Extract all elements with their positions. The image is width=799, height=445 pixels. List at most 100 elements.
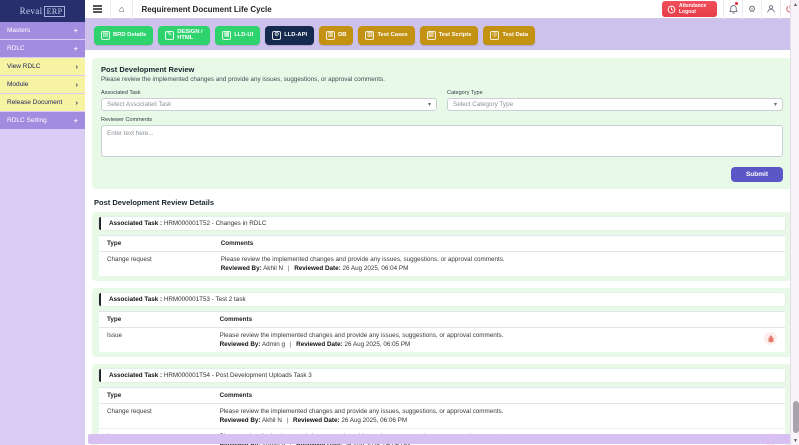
sidebar-item-release-document[interactable]: Release Document › xyxy=(0,94,85,111)
reviewer-comments-input[interactable] xyxy=(101,125,783,157)
column-header-type: Type xyxy=(99,236,213,252)
tab-test-data[interactable]: ◎ Test Data xyxy=(483,26,535,45)
comment-text: Please review the implemented changes an… xyxy=(220,408,748,415)
sidebar-item-label: RDLC xyxy=(7,45,25,52)
reviewed-by-value: Akhil N xyxy=(263,265,283,272)
tab-label: BRD Details xyxy=(113,32,146,38)
tab-lld-ui[interactable]: ▦ LLD-UI xyxy=(215,26,260,45)
associated-task-label: Associated Task xyxy=(101,90,437,96)
content-area: Post Development Review Please review th… xyxy=(85,50,799,445)
app-window: RevalERP Masters + RDLC + View RDLC › Mo… xyxy=(0,0,799,445)
header-actions: Attendance Logout ⚙ xyxy=(656,0,799,19)
column-header-actions xyxy=(756,388,785,404)
sidebar-item-rdlc[interactable]: RDLC + xyxy=(0,40,85,57)
home-button[interactable]: ⌂ xyxy=(111,0,133,19)
associated-task-select-value: Select Associated Task xyxy=(107,101,171,108)
sidebar-item-label: RDLC Setting xyxy=(7,117,47,124)
tab-label: LLD-UI xyxy=(234,32,253,38)
settings-button[interactable]: ⚙ xyxy=(742,0,761,19)
row-type: Issue xyxy=(99,328,212,353)
chevron-right-icon: › xyxy=(76,62,79,71)
reviewed-date-value: 26 Aug 2025, 06:06 PM xyxy=(341,417,407,424)
associated-task-value: HRM000001T52 - Changes in RDLC xyxy=(164,220,267,227)
menu-toggle-button[interactable] xyxy=(85,0,111,19)
column-header-comments: Comments xyxy=(213,236,763,252)
row-comments: Please review the implemented changes an… xyxy=(212,328,756,353)
reviewed-by-value: Akhil N xyxy=(262,417,282,424)
sidebar-item-label: Masters xyxy=(7,27,30,34)
column-header-actions xyxy=(756,312,785,328)
scrollbar-thumb[interactable] xyxy=(793,401,799,433)
logo-text: Reval xyxy=(20,6,43,16)
review-table: Type Comments Change request Please revi… xyxy=(99,235,785,276)
test-data-icon: ◎ xyxy=(490,31,499,40)
footer-bar xyxy=(88,434,797,444)
reviewed-by-value: Admin g xyxy=(262,341,285,348)
details-section-title: Post Development Review Details xyxy=(94,198,790,207)
tab-lld-api[interactable]: ⚙ LLD-API xyxy=(265,26,314,45)
tab-db[interactable]: ▥ DB xyxy=(319,26,353,45)
associated-task-label: Associated Task : xyxy=(109,372,162,379)
category-type-select[interactable]: Select Category Type ▾ xyxy=(447,98,783,111)
associated-task-bar: Associated Task : HRM000001T53 - Test 2 … xyxy=(99,293,785,306)
tab-brd-details[interactable]: ▤ BRD Details xyxy=(94,26,153,45)
issue-bug-icon[interactable] xyxy=(764,332,777,345)
profile-button[interactable] xyxy=(761,0,780,19)
review-meta: Reviewed By: Akhil N | Reviewed Date: 26… xyxy=(220,417,748,424)
notifications-button[interactable] xyxy=(723,0,742,19)
associated-task-bar: Associated Task : HRM000001T54 - Post De… xyxy=(99,369,785,382)
chevron-down-icon: ▾ xyxy=(774,101,777,108)
comment-text: Please review the implemented changes an… xyxy=(220,332,748,339)
row-actions xyxy=(756,328,785,353)
reviewed-by-label: Reviewed By: xyxy=(220,417,261,424)
category-type-label: Category Type xyxy=(447,90,783,96)
plus-icon: + xyxy=(74,44,78,53)
reviewer-comments-label: Reviewer Comments xyxy=(101,117,783,123)
tab-label: Test Data xyxy=(502,32,528,38)
sidebar-item-masters[interactable]: Masters + xyxy=(0,22,85,39)
tab-test-scripts[interactable]: ▨ Test Scripts xyxy=(420,26,479,45)
plus-icon: + xyxy=(74,26,78,35)
user-icon xyxy=(766,4,776,14)
hamburger-icon xyxy=(93,4,102,15)
scroll-down-arrow-icon[interactable]: ▼ xyxy=(791,436,799,445)
tab-design-html[interactable]: ✎ DESIGN / HTML xyxy=(158,26,210,45)
form-title: Post Development Review xyxy=(101,65,783,74)
sidebar-item-rdlc-setting[interactable]: RDLC Setting + xyxy=(0,112,85,129)
stage-tabs: ▤ BRD Details ✎ DESIGN / HTML ▦ LLD-UI ⚙… xyxy=(85,20,799,50)
brd-details-icon: ▤ xyxy=(101,31,110,40)
reviewed-date-label: Reviewed Date: xyxy=(294,265,341,272)
gear-icon: ⚙ xyxy=(748,5,756,14)
review-table: Type Comments Issue Please review the im… xyxy=(99,311,785,352)
test-cases-icon: ▧ xyxy=(365,31,374,40)
column-header-type: Type xyxy=(99,312,212,328)
tab-test-cases[interactable]: ▧ Test Cases xyxy=(358,26,414,45)
row-comments: Please review the implemented changes an… xyxy=(212,404,756,429)
column-header-actions xyxy=(763,236,785,252)
scroll-up-arrow-icon[interactable]: ▲ xyxy=(791,0,799,9)
row-comments: Please review the implemented changes an… xyxy=(213,252,763,277)
attendance-logout-button[interactable]: Attendance Logout xyxy=(662,1,717,17)
reviewed-date-label: Reviewed Date: xyxy=(293,417,340,424)
sidebar-item-label: Module xyxy=(7,81,28,88)
task-review-block: Associated Task : HRM000001T52 - Changes… xyxy=(92,212,792,281)
associated-task-select[interactable]: Select Associated Task ▾ xyxy=(101,98,437,111)
sidebar-item-view-rdlc[interactable]: View RDLC › xyxy=(0,58,85,75)
clock-icon xyxy=(667,5,676,14)
reviewed-by-label: Reviewed By: xyxy=(220,341,261,348)
associated-task-value: HRM000001T53 - Test 2 task xyxy=(164,296,246,303)
row-actions xyxy=(756,404,785,429)
vertical-scrollbar[interactable]: ▲ ▼ xyxy=(790,0,799,445)
review-meta: Reviewed By: Admin g | Reviewed Date: 26… xyxy=(220,341,748,348)
test-scripts-icon: ▨ xyxy=(427,31,436,40)
associated-task-label: Associated Task : xyxy=(109,296,162,303)
reviewed-by-label: Reviewed By: xyxy=(221,265,262,272)
plus-icon: + xyxy=(74,116,78,125)
associated-task-value: HRM000001T54 - Post Development Uploads … xyxy=(164,372,312,379)
submit-button[interactable]: Submit xyxy=(731,167,783,182)
main-area: ⌂ Requirement Document Life Cycle Attend… xyxy=(85,0,799,445)
sidebar-item-module[interactable]: Module › xyxy=(0,76,85,93)
app-logo[interactable]: RevalERP xyxy=(0,0,85,22)
task-review-block: Associated Task : HRM000001T53 - Test 2 … xyxy=(92,288,792,357)
associated-task-bar: Associated Task : HRM000001T52 - Changes… xyxy=(99,217,785,230)
